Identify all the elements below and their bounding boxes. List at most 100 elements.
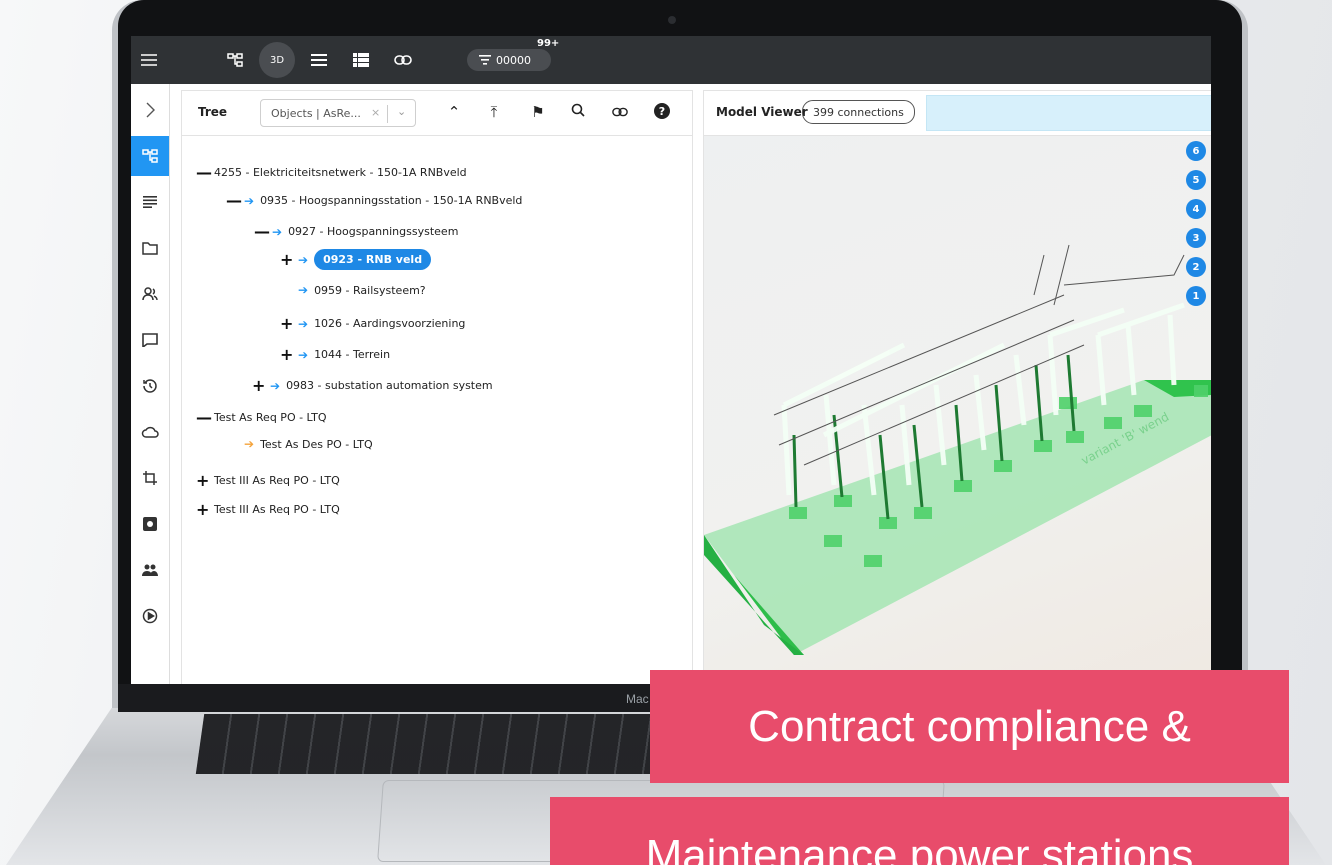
- laptop-screen: 3D 00000 99+ Tree Objects | AsRe... × ⌄ …: [131, 36, 1211, 684]
- 3d-label: 3D: [269, 54, 285, 66]
- expand-icon[interactable]: +: [196, 500, 209, 519]
- collapse-up-icon[interactable]: ⌃: [444, 103, 464, 121]
- tree-icon: [142, 149, 158, 163]
- collapse-icon[interactable]: —: [254, 222, 270, 241]
- comment-icon: [142, 333, 158, 347]
- expand-icon[interactable]: +: [280, 314, 293, 333]
- tree-node-label: 4255 - Elektriciteitsnetwerk - 150-1A RN…: [214, 166, 467, 179]
- expand-icon[interactable]: +: [252, 376, 265, 395]
- settings-icon: [143, 517, 157, 531]
- select-divider: [387, 105, 388, 123]
- tree-node-label: 0983 - substation automation system: [286, 379, 493, 392]
- rail-item-crop[interactable]: [131, 458, 169, 498]
- scroll-to-top-icon[interactable]: ⤒: [484, 103, 504, 121]
- arrow-right-icon: ➔: [244, 193, 255, 208]
- arrow-right-icon: ➔: [298, 347, 309, 362]
- tree-node[interactable]: + Test III As Req PO - LTQ: [196, 500, 340, 519]
- object-type-select[interactable]: Objects | AsRe... × ⌄: [260, 99, 416, 127]
- tree-view-icon[interactable]: [223, 48, 247, 72]
- rail-item-comments[interactable]: [131, 320, 169, 360]
- table-view-icon[interactable]: [349, 48, 373, 72]
- tree-node[interactable]: + ➔ 1044 - Terrein: [280, 345, 390, 364]
- tree-node[interactable]: — ➔ 0927 - Hoogspanningssysteem: [254, 222, 458, 241]
- rail-item-cloud[interactable]: [131, 412, 169, 452]
- rail-item-list[interactable]: [131, 182, 169, 222]
- tree-node[interactable]: ➔ 0959 - Railsysteem?: [280, 283, 426, 297]
- rail-item-play[interactable]: [131, 596, 169, 636]
- help-icon[interactable]: ?: [652, 103, 672, 123]
- tree-node-label: Test As Des PO - LTQ: [260, 437, 373, 451]
- rail-item-users[interactable]: [131, 274, 169, 314]
- tree-title: Tree: [198, 105, 228, 119]
- link-icon[interactable]: [391, 48, 415, 72]
- tree-node[interactable]: — Test As Req PO - LTQ: [196, 408, 327, 427]
- list-view-icon[interactable]: [307, 48, 331, 72]
- tree-node[interactable]: — ➔ 0935 - Hoogspanningsstation - 150-1A…: [226, 191, 522, 210]
- model-viewer-search-field[interactable]: [926, 95, 1211, 131]
- left-rail: [131, 84, 170, 684]
- layer-button[interactable]: 3: [1186, 228, 1206, 248]
- filter-button[interactable]: 00000: [467, 49, 551, 71]
- svg-text:?: ?: [659, 105, 665, 118]
- link-icon[interactable]: [610, 103, 630, 121]
- play-icon: [142, 608, 158, 624]
- chevron-down-icon[interactable]: ⌄: [397, 105, 406, 118]
- tree-panel: Tree Objects | AsRe... × ⌄ ⌃ ⤒ ⚑ ? — 425…: [181, 90, 693, 684]
- team-icon: [142, 564, 158, 576]
- filter-count-badge: 99+: [537, 38, 560, 49]
- filter-value: 00000: [496, 53, 531, 67]
- tree-node[interactable]: + ➔ 0983 - substation automation system: [252, 376, 493, 395]
- layer-button[interactable]: 6: [1186, 141, 1206, 161]
- tree-node[interactable]: — 4255 - Elektriciteitsnetwerk - 150-1A …: [196, 163, 467, 182]
- 3d-model-canvas[interactable]: variant 'B' wend: [704, 135, 1211, 684]
- clear-selection-icon[interactable]: ×: [371, 106, 380, 119]
- layer-button[interactable]: 2: [1186, 257, 1206, 277]
- banner-line-2: Maintenance power stations: [550, 797, 1289, 865]
- users-icon: [142, 287, 158, 301]
- tree-node[interactable]: ➔ Test As Des PO - LTQ: [226, 437, 373, 451]
- tree-node-label: 1026 - Aardingsvoorziening: [314, 317, 466, 330]
- tree-node-label: Test As Req PO - LTQ: [214, 411, 327, 424]
- expand-icon[interactable]: +: [280, 345, 293, 364]
- tree-node-label: 1044 - Terrein: [314, 348, 391, 361]
- tree-node-label: 0927 - Hoogspanningssysteem: [288, 225, 459, 238]
- connections-badge[interactable]: 399 connections: [802, 100, 915, 124]
- layer-button[interactable]: 4: [1186, 199, 1206, 219]
- banner-text-2: Maintenance power stations: [645, 831, 1194, 865]
- expand-icon[interactable]: +: [196, 471, 209, 490]
- arrow-right-icon: ➔: [298, 316, 309, 331]
- rail-item-history[interactable]: [131, 366, 169, 406]
- tree-header: Tree Objects | AsRe... × ⌄ ⌃ ⤒ ⚑ ?: [182, 91, 692, 136]
- rail-item-tree[interactable]: [131, 136, 169, 176]
- collapse-icon[interactable]: —: [196, 163, 212, 182]
- 3d-view-button[interactable]: 3D: [259, 42, 295, 78]
- rail-item-folder[interactable]: [131, 228, 169, 268]
- rail-item-settings[interactable]: [131, 504, 169, 544]
- keyboard: [195, 714, 725, 774]
- cloud-icon: [141, 426, 159, 438]
- model-viewer-panel: Model Viewer 399 connections variant 'B'…: [703, 90, 1211, 684]
- model-viewer-header: Model Viewer 399 connections: [704, 91, 1211, 136]
- tree-node-selected[interactable]: + ➔ 0923 - RNB veld: [280, 249, 432, 270]
- rail-item-team[interactable]: [131, 550, 169, 590]
- arrow-right-icon: ➔: [270, 378, 281, 393]
- expand-icon[interactable]: +: [280, 250, 293, 269]
- flag-icon[interactable]: ⚑: [528, 103, 548, 121]
- arrow-right-icon: ➔: [298, 283, 309, 297]
- banner-text-1: Contract compliance &: [748, 701, 1191, 751]
- expand-rail-chevron-icon[interactable]: [131, 90, 169, 130]
- layer-button[interactable]: 5: [1186, 170, 1206, 190]
- app-topbar: 3D 00000 99+: [131, 36, 1211, 84]
- hamburger-menu-icon[interactable]: [137, 48, 161, 72]
- crop-icon: [143, 471, 157, 485]
- tree-node[interactable]: + Test III As Req PO - LTQ: [196, 471, 340, 490]
- filter-icon: [479, 55, 491, 65]
- collapse-icon[interactable]: —: [226, 191, 242, 210]
- layer-button[interactable]: 1: [1186, 286, 1206, 306]
- arrow-right-icon: ➔: [272, 224, 283, 239]
- history-icon: [143, 379, 157, 393]
- collapse-icon[interactable]: —: [196, 408, 212, 427]
- tree-node[interactable]: + ➔ 1026 - Aardingsvoorziening: [280, 314, 465, 333]
- tree-node-label: Test III As Req PO - LTQ: [214, 503, 340, 516]
- search-icon[interactable]: [568, 103, 588, 121]
